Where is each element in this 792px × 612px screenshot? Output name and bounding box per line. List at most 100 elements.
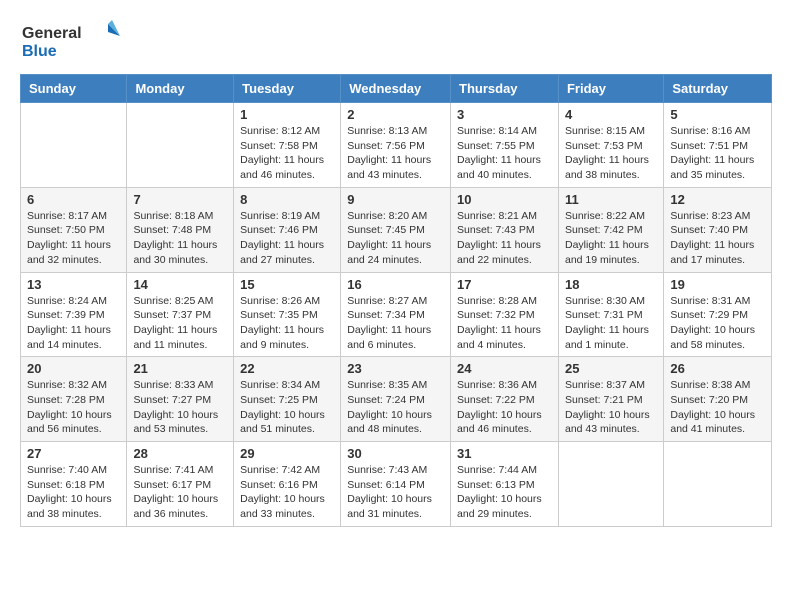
day-info: Sunrise: 7:41 AMSunset: 6:17 PMDaylight:… xyxy=(133,463,227,522)
logo: General Blue xyxy=(20,16,130,66)
calendar-cell: 7 Sunrise: 8:18 AMSunset: 7:48 PMDaylight… xyxy=(127,187,234,272)
calendar-cell: 31 Sunrise: 7:44 AMSunset: 6:13 PMDayligh… xyxy=(451,442,559,527)
day-info: Sunrise: 8:13 AMSunset: 7:56 PMDaylight:… xyxy=(347,124,444,183)
day-info: Sunrise: 8:14 AMSunset: 7:55 PMDaylight:… xyxy=(457,124,552,183)
svg-text:Blue: Blue xyxy=(22,43,57,60)
calendar-cell: 4 Sunrise: 8:15 AMSunset: 7:53 PMDaylight… xyxy=(558,103,663,188)
day-info: Sunrise: 8:19 AMSunset: 7:46 PMDaylight:… xyxy=(240,209,334,268)
day-number: 20 xyxy=(27,361,120,376)
calendar-cell: 18 Sunrise: 8:30 AMSunset: 7:31 PMDayligh… xyxy=(558,272,663,357)
day-number: 4 xyxy=(565,107,657,122)
day-number: 11 xyxy=(565,192,657,207)
day-number: 5 xyxy=(670,107,765,122)
day-number: 13 xyxy=(27,277,120,292)
calendar-cell: 6 Sunrise: 8:17 AMSunset: 7:50 PMDaylight… xyxy=(21,187,127,272)
calendar-cell: 22 Sunrise: 8:34 AMSunset: 7:25 PMDayligh… xyxy=(234,357,341,442)
day-number: 18 xyxy=(565,277,657,292)
calendar-cell: 29Sunrise: 7:42 AMSunset: 6:16 PMDayligh… xyxy=(234,442,341,527)
day-info: Sunrise: 8:12 AMSunset: 7:58 PMDaylight:… xyxy=(240,124,334,183)
day-info: Sunrise: 7:44 AMSunset: 6:13 PMDaylight:… xyxy=(457,463,552,522)
calendar-cell: 27 Sunrise: 7:40 AMSunset: 6:18 PMDayligh… xyxy=(21,442,127,527)
day-info: Sunrise: 8:32 AMSunset: 7:28 PMDaylight:… xyxy=(27,378,120,437)
logo-svg: General Blue xyxy=(20,16,130,66)
calendar-week-row: 1 Sunrise: 8:12 AMSunset: 7:58 PMDaylight… xyxy=(21,103,772,188)
day-info: Sunrise: 8:24 AMSunset: 7:39 PMDaylight:… xyxy=(27,294,120,353)
calendar-cell: 14 Sunrise: 8:25 AMSunset: 7:37 PMDayligh… xyxy=(127,272,234,357)
day-number: 28 xyxy=(133,446,227,461)
calendar-cell xyxy=(21,103,127,188)
calendar-cell: 13 Sunrise: 8:24 AMSunset: 7:39 PMDayligh… xyxy=(21,272,127,357)
day-info: Sunrise: 8:21 AMSunset: 7:43 PMDaylight:… xyxy=(457,209,552,268)
day-info: Sunrise: 8:34 AMSunset: 7:25 PMDaylight:… xyxy=(240,378,334,437)
day-of-week-header: Saturday xyxy=(664,75,772,103)
day-number: 1 xyxy=(240,107,334,122)
day-info: Sunrise: 8:23 AMSunset: 7:40 PMDaylight:… xyxy=(670,209,765,268)
day-info: Sunrise: 8:35 AMSunset: 7:24 PMDaylight:… xyxy=(347,378,444,437)
calendar-cell: 24Sunrise: 8:36 AMSunset: 7:22 PMDayligh… xyxy=(451,357,559,442)
calendar-cell: 20 Sunrise: 8:32 AMSunset: 7:28 PMDayligh… xyxy=(21,357,127,442)
day-number: 29 xyxy=(240,446,334,461)
day-number: 31 xyxy=(457,446,552,461)
day-number: 9 xyxy=(347,192,444,207)
day-number: 30 xyxy=(347,446,444,461)
day-of-week-header: Tuesday xyxy=(234,75,341,103)
day-info: Sunrise: 8:15 AMSunset: 7:53 PMDaylight:… xyxy=(565,124,657,183)
day-info: Sunrise: 8:17 AMSunset: 7:50 PMDaylight:… xyxy=(27,209,120,268)
calendar-cell xyxy=(127,103,234,188)
day-number: 6 xyxy=(27,192,120,207)
calendar-week-row: 6 Sunrise: 8:17 AMSunset: 7:50 PMDaylight… xyxy=(21,187,772,272)
day-info: Sunrise: 7:43 AMSunset: 6:14 PMDaylight:… xyxy=(347,463,444,522)
calendar-cell: 26Sunrise: 8:38 AMSunset: 7:20 PMDayligh… xyxy=(664,357,772,442)
calendar: SundayMondayTuesdayWednesdayThursdayFrid… xyxy=(20,74,772,527)
calendar-cell: 2 Sunrise: 8:13 AMSunset: 7:56 PMDaylight… xyxy=(341,103,451,188)
day-info: Sunrise: 8:25 AMSunset: 7:37 PMDaylight:… xyxy=(133,294,227,353)
day-of-week-header: Friday xyxy=(558,75,663,103)
calendar-week-row: 13 Sunrise: 8:24 AMSunset: 7:39 PMDayligh… xyxy=(21,272,772,357)
day-number: 19 xyxy=(670,277,765,292)
day-number: 3 xyxy=(457,107,552,122)
calendar-cell: 21Sunrise: 8:33 AMSunset: 7:27 PMDayligh… xyxy=(127,357,234,442)
calendar-cell: 11Sunrise: 8:22 AMSunset: 7:42 PMDayligh… xyxy=(558,187,663,272)
header: General Blue xyxy=(20,16,772,66)
day-number: 22 xyxy=(240,361,334,376)
day-number: 27 xyxy=(27,446,120,461)
day-of-week-header: Sunday xyxy=(21,75,127,103)
day-number: 7 xyxy=(133,192,227,207)
day-info: Sunrise: 8:36 AMSunset: 7:22 PMDaylight:… xyxy=(457,378,552,437)
day-info: Sunrise: 8:18 AMSunset: 7:48 PMDaylight:… xyxy=(133,209,227,268)
calendar-cell: 15Sunrise: 8:26 AMSunset: 7:35 PMDayligh… xyxy=(234,272,341,357)
day-info: Sunrise: 7:40 AMSunset: 6:18 PMDaylight:… xyxy=(27,463,120,522)
day-info: Sunrise: 8:26 AMSunset: 7:35 PMDaylight:… xyxy=(240,294,334,353)
calendar-cell: 25 Sunrise: 8:37 AMSunset: 7:21 PMDayligh… xyxy=(558,357,663,442)
day-number: 26 xyxy=(670,361,765,376)
day-info: Sunrise: 8:28 AMSunset: 7:32 PMDaylight:… xyxy=(457,294,552,353)
day-info: Sunrise: 8:37 AMSunset: 7:21 PMDaylight:… xyxy=(565,378,657,437)
day-number: 16 xyxy=(347,277,444,292)
day-of-week-header: Wednesday xyxy=(341,75,451,103)
day-info: Sunrise: 8:16 AMSunset: 7:51 PMDaylight:… xyxy=(670,124,765,183)
page: General Blue SundayMondayTuesdayWednesda… xyxy=(0,0,792,547)
calendar-cell: 1 Sunrise: 8:12 AMSunset: 7:58 PMDaylight… xyxy=(234,103,341,188)
calendar-cell: 19 Sunrise: 8:31 AMSunset: 7:29 PMDayligh… xyxy=(664,272,772,357)
day-number: 17 xyxy=(457,277,552,292)
svg-text:General: General xyxy=(22,25,82,42)
calendar-cell: 23 Sunrise: 8:35 AMSunset: 7:24 PMDayligh… xyxy=(341,357,451,442)
calendar-cell xyxy=(558,442,663,527)
day-number: 14 xyxy=(133,277,227,292)
day-info: Sunrise: 8:30 AMSunset: 7:31 PMDaylight:… xyxy=(565,294,657,353)
calendar-week-row: 20 Sunrise: 8:32 AMSunset: 7:28 PMDayligh… xyxy=(21,357,772,442)
day-info: Sunrise: 8:20 AMSunset: 7:45 PMDaylight:… xyxy=(347,209,444,268)
day-number: 21 xyxy=(133,361,227,376)
calendar-header-row: SundayMondayTuesdayWednesdayThursdayFrid… xyxy=(21,75,772,103)
day-number: 8 xyxy=(240,192,334,207)
day-info: Sunrise: 8:31 AMSunset: 7:29 PMDaylight:… xyxy=(670,294,765,353)
calendar-cell: 12 Sunrise: 8:23 AMSunset: 7:40 PMDayligh… xyxy=(664,187,772,272)
day-number: 25 xyxy=(565,361,657,376)
day-of-week-header: Thursday xyxy=(451,75,559,103)
day-number: 12 xyxy=(670,192,765,207)
calendar-cell: 30 Sunrise: 7:43 AMSunset: 6:14 PMDayligh… xyxy=(341,442,451,527)
calendar-cell: 9 Sunrise: 8:20 AMSunset: 7:45 PMDaylight… xyxy=(341,187,451,272)
day-number: 23 xyxy=(347,361,444,376)
day-number: 2 xyxy=(347,107,444,122)
calendar-cell: 3 Sunrise: 8:14 AMSunset: 7:55 PMDaylight… xyxy=(451,103,559,188)
